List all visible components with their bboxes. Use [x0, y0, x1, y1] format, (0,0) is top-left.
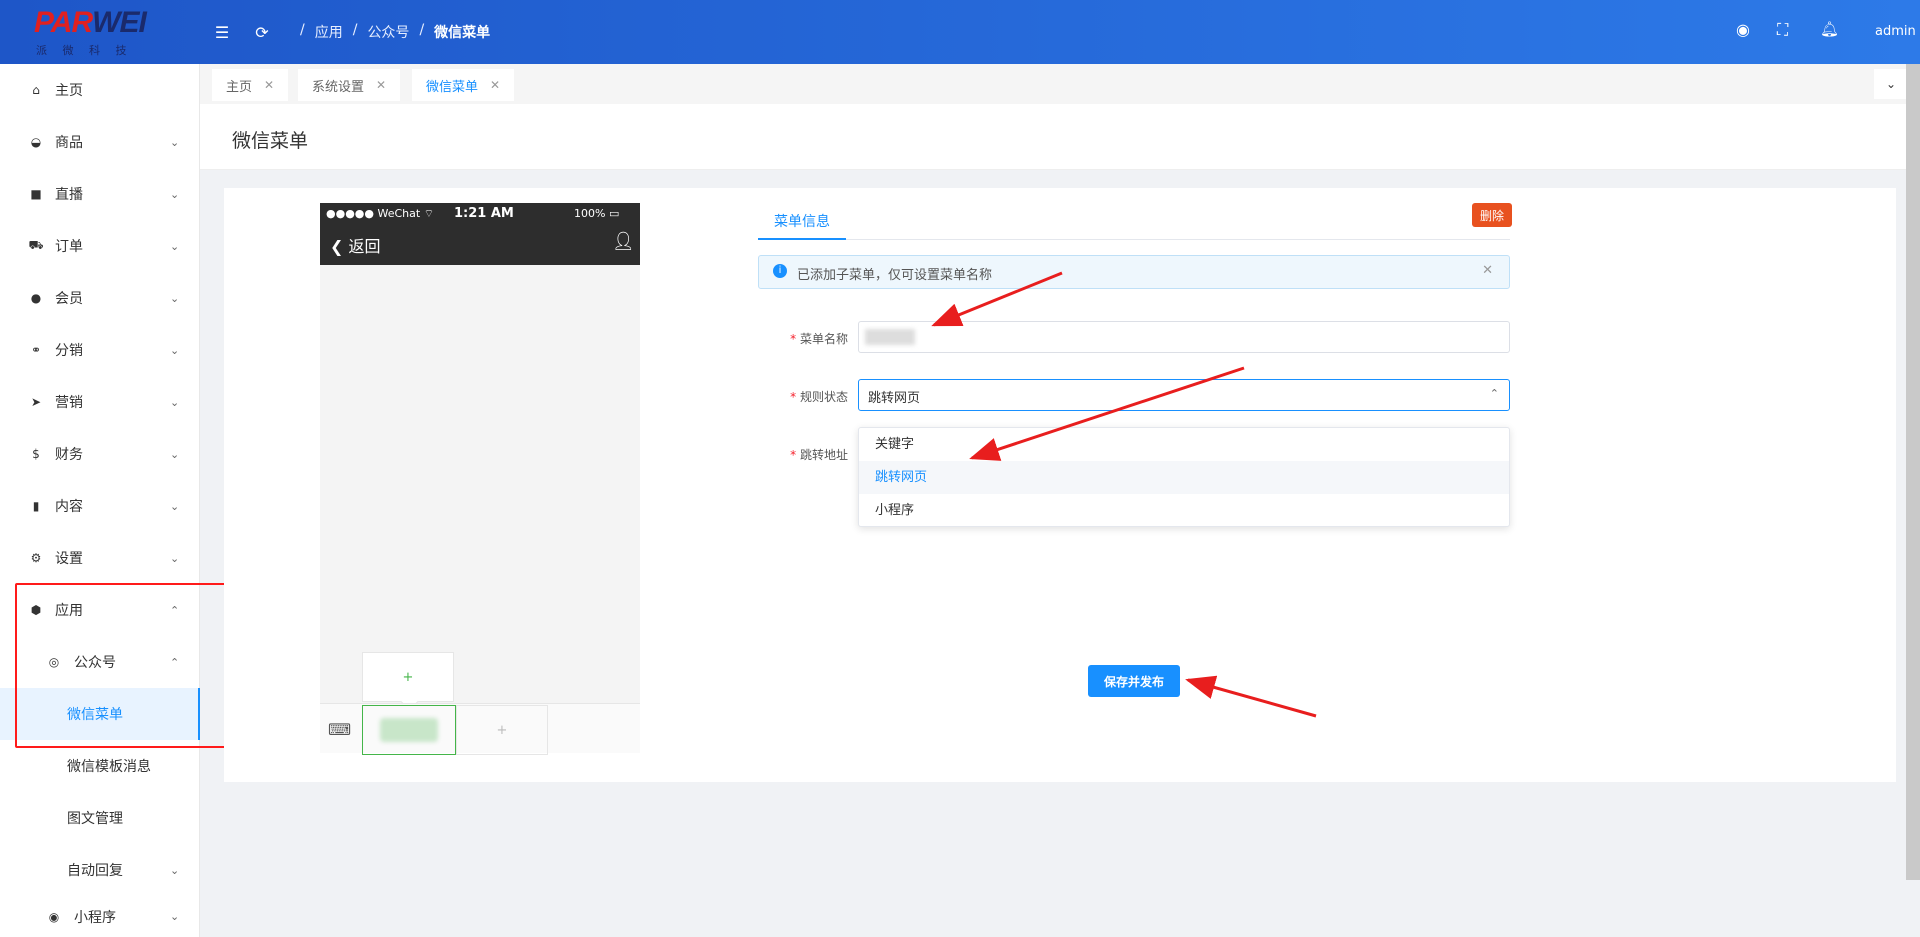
option-keyword[interactable]: 关键字: [859, 428, 1509, 461]
close-icon[interactable]: ✕: [490, 78, 500, 92]
logo: PARWEI 派 微 科 技: [0, 0, 200, 64]
refresh-icon[interactable]: ⟳: [250, 20, 274, 44]
sidebar-item-mini-program[interactable]: ◉ 小程序 ⌄: [0, 896, 200, 937]
sidebar-item-home[interactable]: ⌂ 主页: [0, 64, 200, 116]
bell-icon[interactable]: 🔔︎: [1820, 20, 1839, 38]
add-submenu-button[interactable]: +: [362, 652, 454, 702]
form-tabs: 菜单信息: [758, 200, 1510, 240]
rule-status-label: 规则状态: [758, 388, 848, 405]
add-menu-button[interactable]: +: [456, 705, 548, 755]
delete-button[interactable]: 删除: [1472, 203, 1512, 227]
tab-home[interactable]: 主页 ✕: [212, 69, 289, 101]
phone-time: 1:21 AM: [454, 206, 514, 221]
share-icon: ⚭: [30, 343, 42, 357]
sidebar-item-goods[interactable]: ◒ 商品 ⌄: [0, 116, 200, 168]
dollar-icon: $: [32, 447, 40, 461]
option-jump-webpage[interactable]: 跳转网页: [859, 461, 1509, 494]
book-icon: ▮: [32, 499, 40, 513]
rule-status-dropdown: 关键字 跳转网页 小程序: [858, 427, 1510, 527]
tab-system-settings[interactable]: 系统设置 ✕: [298, 69, 401, 101]
fullscreen-icon[interactable]: ⛶: [1777, 20, 1788, 40]
page-title: 微信菜单: [232, 130, 309, 152]
phone-preview: ●●●●● WeChat ⌔ 1:21 AM 100% ▭ ❮ 返回 👤︎ + …: [320, 203, 640, 755]
tab-underline: [758, 238, 846, 240]
chevron-down-icon: ⌄: [170, 291, 180, 305]
top-header: PARWEI 派 微 科 技 ☰ ⟳ / 应用 / 公众号 / 微信菜单 ◉ ⛶ 🔔︎…: [0, 0, 1920, 64]
keyboard-icon: ⌨: [328, 720, 352, 739]
phone-menu-bar: ⌨ +: [320, 703, 640, 755]
logo-subtitle: 派 微 科 技: [36, 44, 133, 57]
breadcrumb-current: 微信菜单: [434, 25, 491, 41]
chevron-down-icon: ⌄: [170, 863, 180, 877]
sidebar-item-live[interactable]: ■ 直播 ⌄: [0, 168, 200, 220]
video-icon: ■: [30, 187, 42, 201]
breadcrumb: / 应用 / 公众号 / 微信菜单: [300, 22, 491, 42]
home-icon: ⌂: [32, 83, 40, 97]
phone-back: ❮ 返回: [330, 237, 381, 256]
save-publish-button[interactable]: 保存并发布: [1088, 665, 1180, 697]
tab-bar: 主页 ✕ 系统设置 ✕ 微信菜单 ✕ ⌄: [200, 64, 1920, 104]
sidebar-item-marketing[interactable]: ➤ 营销 ⌄: [0, 376, 200, 428]
close-icon[interactable]: ✕: [1482, 263, 1493, 278]
sidebar-item-settings[interactable]: ⚙ 设置 ⌄: [0, 532, 200, 584]
tab-menu-info[interactable]: 菜单信息: [774, 211, 830, 231]
basket-icon: ◒: [30, 135, 42, 149]
jump-url-label: 跳转地址: [758, 446, 848, 463]
sidebar-item-distribution[interactable]: ⚭ 分销 ⌄: [0, 324, 200, 376]
chevron-up-icon: ⌃: [1489, 387, 1499, 400]
menu-fold-icon[interactable]: ☰: [210, 20, 234, 44]
sidebar-item-orders[interactable]: ⛟ 订单 ⌄: [0, 220, 200, 272]
page-header: 微信菜单: [200, 104, 1920, 170]
user-icon: ●: [30, 291, 42, 305]
sidebar-item-content[interactable]: ▮ 内容 ⌄: [0, 480, 200, 532]
phone-signal: ●●●●● WeChat ⌔: [326, 207, 435, 220]
menu-name-label: 菜单名称: [758, 330, 848, 347]
logo-wordmark: PARWEI: [34, 6, 147, 39]
option-mini-program[interactable]: 小程序: [859, 494, 1509, 527]
sidebar-item-finance[interactable]: $ 财务 ⌄: [0, 428, 200, 480]
menu-item-selected[interactable]: [362, 705, 456, 755]
rule-status-select[interactable]: 跳转网页 ⌃: [858, 379, 1510, 411]
sidebar-item-auto-reply[interactable]: 自动回复 ⌄: [0, 844, 200, 896]
tab-wechat-menu[interactable]: 微信菜单 ✕: [412, 69, 515, 101]
menu-name-input[interactable]: [858, 321, 1510, 353]
main-content: ●●●●● WeChat ⌔ 1:21 AM 100% ▭ ❮ 返回 👤︎ + …: [224, 188, 1896, 782]
chevron-down-icon: ⌄: [170, 239, 180, 253]
phone-battery: 100% ▭: [574, 207, 620, 220]
chevron-left-icon: ❮: [330, 237, 344, 256]
user-name[interactable]: admin: [1875, 24, 1916, 39]
tab-dropdown-button[interactable]: ⌄: [1874, 69, 1908, 99]
phone-topbar: ●●●●● WeChat ⌔ 1:21 AM 100% ▭ ❮ 返回 👤︎: [320, 203, 640, 265]
chevron-down-icon: ⌄: [1885, 77, 1897, 91]
user-icon: 👤︎: [612, 231, 635, 252]
chevron-down-icon: ⌄: [170, 447, 180, 461]
close-icon[interactable]: ✕: [264, 78, 274, 92]
close-icon[interactable]: ✕: [376, 78, 386, 92]
sidebar-item-members[interactable]: ● 会员 ⌄: [0, 272, 200, 324]
chevron-down-icon: ⌄: [170, 135, 180, 149]
breadcrumb-item[interactable]: 公众号: [367, 22, 409, 42]
info-alert: i 已添加子菜单，仅可设置菜单名称 ✕: [758, 255, 1510, 289]
chevron-down-icon: ⌄: [170, 910, 180, 923]
scrollbar[interactable]: [1906, 64, 1920, 880]
blurred-menu-name: [380, 718, 438, 742]
target-icon[interactable]: ◉: [1736, 20, 1750, 39]
breadcrumb-item[interactable]: 应用: [315, 22, 343, 42]
chevron-down-icon: ⌄: [170, 395, 180, 409]
sidebar: ⌂ 主页 ◒ 商品 ⌄ ■ 直播 ⌄ ⛟ 订单 ⌄ ● 会员 ⌄ ⚭ 分销 ⌄ ➤ 营销 ⌄ $ 财务 ⌄ ▮…: [0, 64, 200, 937]
send-icon: ➤: [30, 395, 42, 409]
chevron-down-icon: ⌄: [170, 187, 180, 201]
chevron-down-icon: ⌄: [170, 343, 180, 357]
cart-icon: ⛟: [28, 238, 44, 252]
target-icon: ◉: [48, 909, 60, 924]
info-icon: i: [773, 264, 787, 278]
chevron-down-icon: ⌄: [170, 499, 180, 513]
gear-icon: ⚙: [30, 551, 42, 565]
chevron-down-icon: ⌄: [170, 551, 180, 565]
blurred-name-value: [865, 329, 915, 345]
sidebar-item-article-manage[interactable]: 图文管理: [0, 792, 200, 844]
